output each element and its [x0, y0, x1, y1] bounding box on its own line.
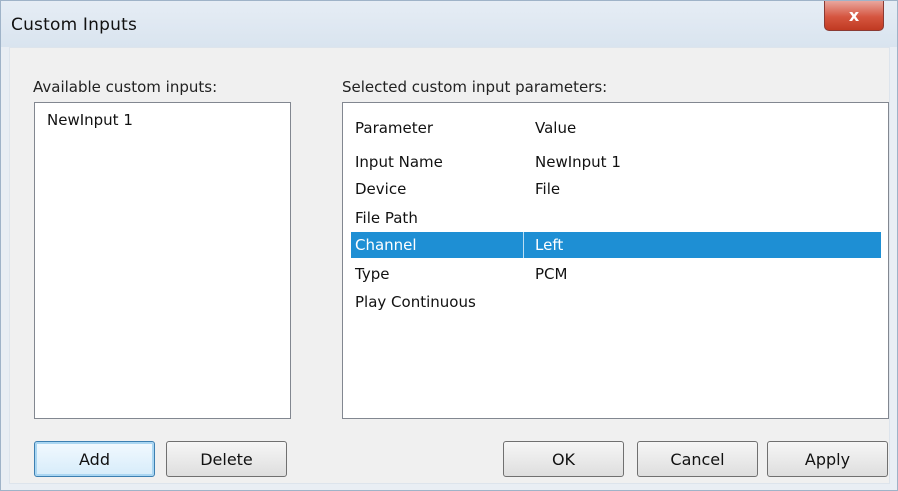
table-row[interactable]: Device File — [351, 176, 881, 202]
column-header-parameter: Parameter — [355, 119, 434, 137]
table-header: Parameter Value — [351, 115, 881, 141]
parameter-value: NewInput 1 — [535, 153, 621, 171]
parameter-name: Input Name — [355, 153, 443, 171]
table-row[interactable]: Play Continuous — [351, 289, 881, 315]
parameter-name: File Path — [355, 209, 418, 227]
delete-button[interactable]: Delete — [166, 441, 287, 477]
title-bar[interactable]: Custom Inputs x — [1, 1, 897, 47]
parameter-name: Type — [355, 265, 390, 283]
list-item[interactable]: NewInput 1 — [47, 111, 133, 129]
table-row[interactable]: Type PCM — [351, 261, 881, 287]
parameter-name: Channel — [355, 236, 417, 254]
parameter-name: Device — [355, 180, 407, 198]
table-row[interactable]: File Path — [351, 205, 881, 231]
column-divider — [523, 232, 524, 258]
available-inputs-list[interactable]: NewInput 1 — [34, 102, 291, 419]
table-row-selected[interactable]: Channel Left — [351, 232, 881, 258]
parameter-name: Play Continuous — [355, 293, 476, 311]
close-button[interactable]: x — [824, 1, 884, 31]
parameter-value: Left — [535, 236, 564, 254]
parameter-value: File — [535, 180, 561, 198]
cancel-button[interactable]: Cancel — [637, 441, 758, 477]
apply-button[interactable]: Apply — [767, 441, 888, 477]
selected-parameters-label: Selected custom input parameters: — [342, 78, 608, 96]
window-title: Custom Inputs — [11, 15, 138, 35]
parameter-value: PCM — [535, 265, 568, 283]
close-icon: x — [848, 6, 860, 25]
parameters-table[interactable]: Parameter Value Input Name NewInput 1 De… — [342, 102, 889, 419]
column-header-value: Value — [535, 119, 577, 137]
add-button[interactable]: Add — [34, 441, 155, 477]
available-inputs-label: Available custom inputs: — [33, 78, 218, 96]
dialog-body: Available custom inputs: NewInput 1 Sele… — [9, 47, 890, 484]
custom-inputs-dialog: Custom Inputs x Available custom inputs:… — [0, 0, 898, 491]
table-row[interactable]: Input Name NewInput 1 — [351, 149, 881, 175]
ok-button[interactable]: OK — [503, 441, 624, 477]
